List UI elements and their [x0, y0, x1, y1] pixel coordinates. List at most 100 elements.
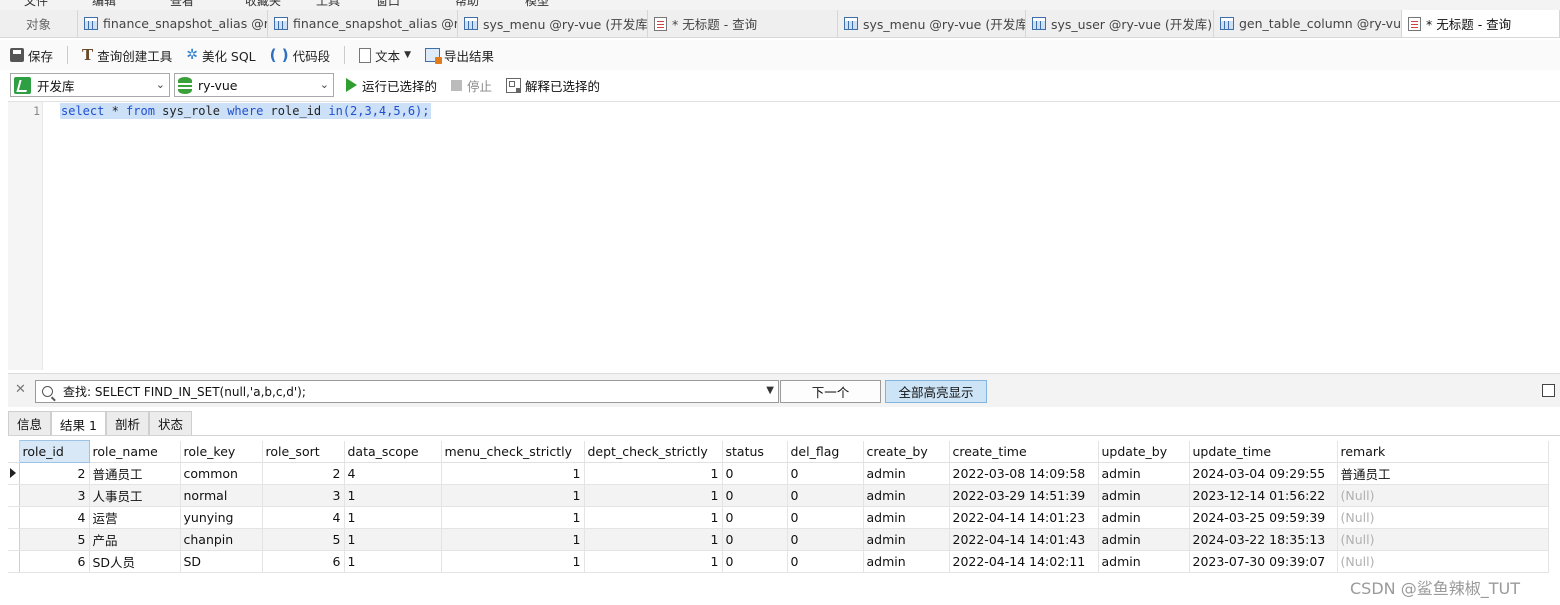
- column-header[interactable]: dept_check_strictly: [584, 440, 723, 463]
- editor-tab[interactable]: sys_menu @ry-vue (开发库...: [458, 10, 648, 37]
- close-icon[interactable]: ✕: [15, 382, 26, 397]
- table-cell[interactable]: 普通员工: [89, 462, 181, 485]
- table-cell[interactable]: 2: [262, 462, 345, 485]
- table-cell[interactable]: 1: [344, 550, 442, 573]
- find-next-button[interactable]: 下一个: [780, 380, 881, 403]
- stop-button[interactable]: 停止: [451, 76, 492, 95]
- find-option-checkbox[interactable]: [1542, 384, 1555, 397]
- table-cell[interactable]: 产品: [89, 528, 181, 551]
- menu-item[interactable]: 收藏夹: [245, 0, 281, 9]
- export-results-button[interactable]: 导出结果: [425, 46, 494, 65]
- table-cell[interactable]: (Null): [1337, 484, 1549, 507]
- column-header[interactable]: update_time: [1189, 440, 1338, 463]
- table-cell[interactable]: admin: [1098, 528, 1190, 551]
- column-header[interactable]: status: [722, 440, 788, 463]
- menu-item[interactable]: 编辑: [92, 0, 116, 9]
- beautify-sql-button[interactable]: ✲ 美化 SQL: [186, 46, 255, 65]
- find-input[interactable]: 查找: SELECT FIND_IN_SET(null,'a,b,c,d'); …: [35, 380, 779, 403]
- row-indicator[interactable]: [8, 484, 20, 507]
- table-cell[interactable]: 0: [787, 462, 864, 485]
- column-header[interactable]: role_id: [18, 440, 90, 463]
- table-row[interactable]: 2 普通员工 common 2 4 1 1 0 0 admin 2022-03-08 14:09:5…: [8, 462, 1549, 485]
- table-cell[interactable]: 2023-12-14 01:56:22: [1189, 484, 1338, 507]
- table-cell[interactable]: 3: [262, 484, 345, 507]
- table-cell[interactable]: 0: [787, 506, 864, 529]
- column-header[interactable]: remark: [1337, 440, 1549, 463]
- column-header[interactable]: create_time: [949, 440, 1099, 463]
- menu-item[interactable]: 文件: [24, 0, 48, 9]
- editor-tab[interactable]: * 无标题 - 查询: [648, 10, 838, 37]
- connection-select[interactable]: 开发库 ⌄: [10, 73, 170, 97]
- database-select[interactable]: ry-vue ⌄: [174, 73, 334, 97]
- table-cell[interactable]: 1: [584, 550, 723, 573]
- table-row[interactable]: 6 SD人员 SD 6 1 1 1 0 0 admin 2022-04-14 14:02:11 adm…: [8, 550, 1549, 573]
- table-cell[interactable]: 6: [262, 550, 345, 573]
- tab-objects[interactable]: 对象: [0, 10, 78, 37]
- table-cell[interactable]: (Null): [1337, 550, 1549, 573]
- table-cell[interactable]: 1: [344, 484, 442, 507]
- table-cell[interactable]: 4: [344, 462, 442, 485]
- table-cell[interactable]: yunying: [180, 506, 263, 529]
- menu-item[interactable]: 模型: [525, 0, 549, 9]
- explain-selected-button[interactable]: 解释已选择的: [506, 76, 600, 95]
- table-cell[interactable]: 0: [787, 528, 864, 551]
- sql-code-line[interactable]: select * from sys_role where role_id in(…: [60, 103, 431, 119]
- table-cell[interactable]: 0: [722, 550, 788, 573]
- chevron-down-icon[interactable]: ▼: [766, 385, 774, 396]
- editor-tab[interactable]: sys_user @ry-vue (开发库) ...: [1026, 10, 1214, 37]
- table-cell[interactable]: admin: [863, 550, 950, 573]
- menu-item[interactable]: 查看: [170, 0, 194, 9]
- editor-tab[interactable]: finance_snapshot_alias @r...: [268, 10, 458, 37]
- table-cell[interactable]: 1: [344, 506, 442, 529]
- table-cell[interactable]: 1: [584, 484, 723, 507]
- menu-item[interactable]: 工具: [316, 0, 340, 9]
- editor-tab[interactable]: finance_snapshot_alias @r...: [78, 10, 268, 37]
- table-cell[interactable]: common: [180, 462, 263, 485]
- text-mode-button[interactable]: 文本 ▼: [359, 46, 411, 65]
- table-cell[interactable]: 6: [19, 550, 90, 573]
- table-cell[interactable]: 1: [441, 462, 585, 485]
- table-cell[interactable]: 2024-03-22 18:35:13: [1189, 528, 1338, 551]
- editor-tab[interactable]: sys_menu @ry-vue (开发库...: [838, 10, 1026, 37]
- table-cell[interactable]: chanpin: [180, 528, 263, 551]
- table-cell[interactable]: admin: [863, 462, 950, 485]
- table-cell[interactable]: 2022-04-14 14:02:11: [949, 550, 1099, 573]
- sql-editor[interactable]: 1 select * from sys_role where role_id i…: [8, 101, 1560, 370]
- row-indicator[interactable]: [8, 528, 20, 551]
- editor-tab[interactable]: gen_table_column @ry-vu...: [1214, 10, 1402, 37]
- table-cell[interactable]: 1: [441, 550, 585, 573]
- table-cell[interactable]: admin: [863, 506, 950, 529]
- column-header[interactable]: create_by: [863, 440, 950, 463]
- column-header[interactable]: role_name: [89, 440, 181, 463]
- column-header[interactable]: data_scope: [344, 440, 442, 463]
- table-cell[interactable]: 5: [19, 528, 90, 551]
- editor-tab[interactable]: * 无标题 - 查询: [1402, 10, 1560, 37]
- code-snippet-button[interactable]: ( ) 代码段: [270, 46, 330, 65]
- menu-item[interactable]: 窗口: [376, 0, 400, 9]
- table-cell[interactable]: 2024-03-04 09:29:55: [1189, 462, 1338, 485]
- table-row[interactable]: 4 运营 yunying 4 1 1 1 0 0 admin 2022-04-14 14:01:23…: [8, 506, 1549, 529]
- table-cell[interactable]: 0: [787, 550, 864, 573]
- table-cell[interactable]: 2022-03-29 14:51:39: [949, 484, 1099, 507]
- table-cell[interactable]: 普通员工: [1337, 462, 1549, 485]
- table-cell[interactable]: 2022-04-14 14:01:23: [949, 506, 1099, 529]
- table-cell[interactable]: admin: [1098, 484, 1190, 507]
- table-cell[interactable]: 4: [19, 506, 90, 529]
- table-cell[interactable]: 运营: [89, 506, 181, 529]
- column-header[interactable]: update_by: [1098, 440, 1190, 463]
- result-tab[interactable]: 信息: [8, 411, 52, 435]
- table-cell[interactable]: admin: [1098, 462, 1190, 485]
- result-tab[interactable]: 状态: [148, 411, 192, 435]
- table-cell[interactable]: 1: [584, 528, 723, 551]
- table-cell[interactable]: 0: [722, 528, 788, 551]
- table-cell[interactable]: admin: [863, 484, 950, 507]
- table-cell[interactable]: (Null): [1337, 528, 1549, 551]
- result-tab[interactable]: 剖析: [105, 411, 149, 435]
- table-cell[interactable]: 3: [19, 484, 90, 507]
- table-cell[interactable]: admin: [1098, 550, 1190, 573]
- column-header[interactable]: menu_check_strictly: [441, 440, 585, 463]
- table-cell[interactable]: SD: [180, 550, 263, 573]
- result-tab[interactable]: 结果 1: [51, 411, 106, 436]
- table-cell[interactable]: 1: [584, 462, 723, 485]
- column-header[interactable]: role_key: [180, 440, 263, 463]
